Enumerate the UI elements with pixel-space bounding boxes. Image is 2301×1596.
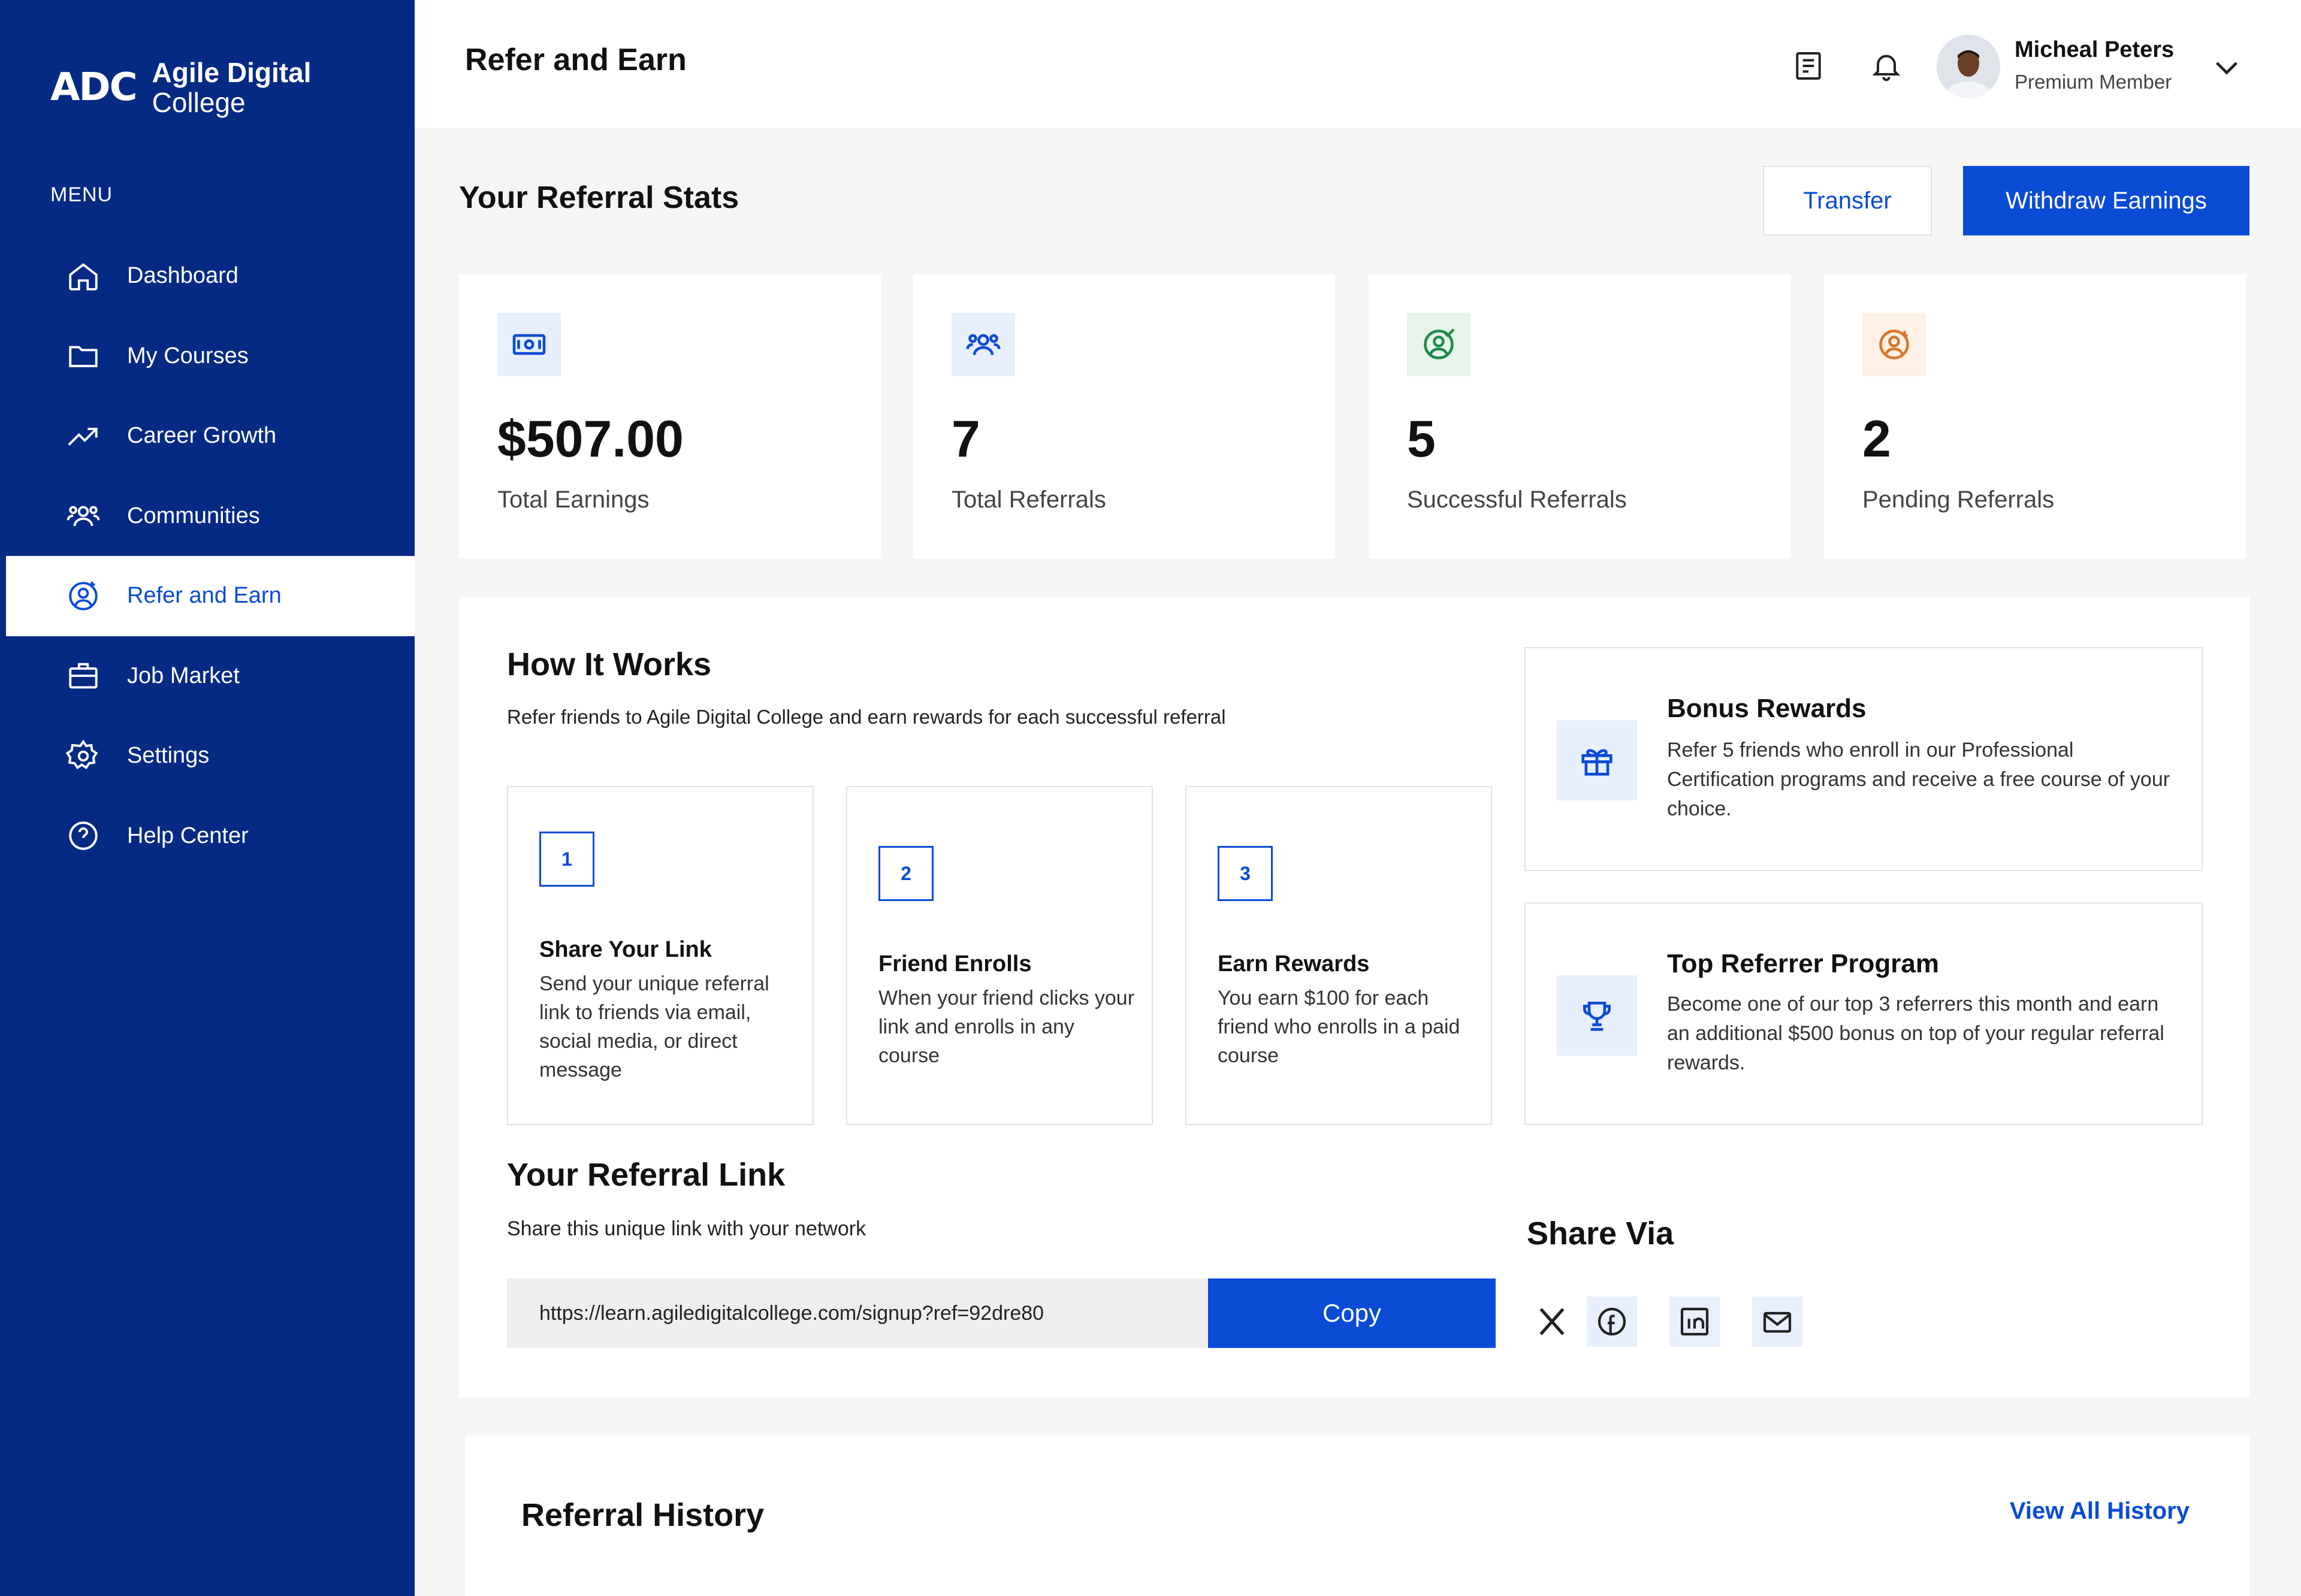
sidebar-item-job-market[interactable]: Job Market	[6, 636, 415, 717]
user-name: Micheal Peters	[2015, 37, 2175, 62]
stats-title: Your Referral Stats	[459, 180, 739, 215]
reward-card-top-referrer: Top Referrer Program Become one of our t…	[1524, 902, 2203, 1125]
cash-icon	[497, 313, 561, 376]
briefcase-icon	[65, 657, 102, 694]
stat-label: Total Referrals	[952, 486, 1106, 513]
question-icon	[65, 817, 102, 854]
sidebar-item-refer-and-earn[interactable]: Refer and Earn	[6, 556, 415, 636]
step-description: You earn $100 for each friend who enroll…	[1218, 987, 1460, 1067]
referral-link-input[interactable]	[507, 1278, 1210, 1348]
sidebar-item-label: Refer and Earn	[127, 583, 282, 609]
gear-icon	[65, 737, 102, 775]
facebook-icon[interactable]	[1587, 1296, 1637, 1347]
trophy-icon	[1557, 975, 1637, 1056]
view-all-history-link[interactable]: View All History	[2010, 1498, 2190, 1525]
sidebar-item-dashboard[interactable]: Dashboard	[6, 236, 415, 316]
user-plus-icon	[65, 578, 102, 615]
x-icon[interactable]	[1527, 1296, 1577, 1347]
stat-value: 2	[1862, 410, 1891, 468]
sidebar-item-settings[interactable]: Settings	[6, 716, 415, 796]
step-description: When your friend clicks your link and en…	[878, 987, 1135, 1067]
sidebar-item-label: Communities	[127, 503, 260, 528]
referral-link-title: Your Referral Link	[507, 1157, 786, 1193]
step-title: Earn Rewards	[1218, 951, 1370, 977]
sidebar-item-label: Help Center	[127, 823, 249, 848]
page-title: Refer and Earn	[465, 43, 687, 77]
sidebar: ADC Agile Digital College MENU Dashboard…	[0, 0, 415, 1596]
bell-icon[interactable]	[1868, 48, 1904, 84]
sidebar-item-label: Dashboard	[127, 263, 238, 289]
step-title: Share Your Link	[539, 937, 712, 962]
notes-icon[interactable]	[1790, 48, 1826, 84]
sidebar-nav: Dashboard My Courses Career Growth Commu…	[6, 236, 415, 876]
sidebar-item-help-center[interactable]: Help Center	[6, 796, 415, 876]
stat-label: Total Earnings	[497, 486, 650, 513]
referral-history-title: Referral History	[521, 1497, 765, 1533]
gift-icon	[1557, 720, 1637, 800]
reward-card-bonus: Bonus Rewards Refer 5 friends who enroll…	[1524, 647, 2203, 871]
sidebar-item-label: Job Market	[127, 663, 240, 688]
sidebar-item-label: Career Growth	[127, 423, 277, 449]
how-it-works-panel: How It Works Refer friends to Agile Digi…	[459, 597, 2249, 1397]
step-number: 2	[878, 846, 934, 901]
how-it-works-title: How It Works	[507, 646, 712, 682]
stat-label: Pending Referrals	[1862, 486, 2055, 513]
step-description: Send your unique referral link to friend…	[539, 972, 769, 1081]
user-check-icon	[1407, 313, 1470, 376]
brand-logo[interactable]: ADC Agile Digital College	[50, 58, 311, 117]
sidebar-item-career-growth[interactable]: Career Growth	[6, 396, 415, 476]
referral-history-panel: Referral History View All History	[465, 1435, 2249, 1596]
logo-name-line1: Agile Digital	[152, 57, 312, 88]
logo-mark: ADC	[50, 65, 138, 110]
step-card-3: 3 Earn Rewards You earn $100 for each fr…	[1185, 786, 1492, 1125]
users-icon	[952, 313, 1015, 376]
sidebar-item-label: My Courses	[127, 343, 249, 368]
sidebar-item-my-courses[interactable]: My Courses	[6, 316, 415, 397]
step-title: Friend Enrolls	[878, 951, 1032, 977]
reward-description: Refer 5 friends who enroll in our Profes…	[1667, 739, 2170, 820]
stat-card-total-earnings: $507.00 Total Earnings	[459, 274, 881, 558]
trend-up-icon	[65, 418, 102, 455]
user-clock-icon	[1862, 313, 1926, 376]
sidebar-item-communities[interactable]: Communities	[6, 476, 415, 557]
step-card-2: 2 Friend Enrolls When your friend clicks…	[846, 786, 1153, 1125]
reward-title: Top Referrer Program	[1667, 949, 1939, 978]
share-via-title: Share Via	[1527, 1216, 1674, 1252]
withdraw-earnings-button[interactable]: Withdraw Earnings	[1963, 166, 2249, 235]
users-icon	[65, 497, 102, 534]
copy-button[interactable]: Copy	[1208, 1278, 1496, 1348]
linkedin-icon[interactable]	[1669, 1296, 1720, 1347]
top-bar: Refer and Earn Micheal Peters Premium Me…	[415, 0, 2301, 128]
mail-icon[interactable]	[1752, 1296, 1802, 1347]
transfer-button[interactable]: Transfer	[1763, 166, 1932, 235]
stat-value: 7	[952, 410, 980, 468]
reward-title: Bonus Rewards	[1667, 694, 1867, 723]
referral-link-subtitle: Share this unique link with your network	[507, 1217, 866, 1240]
stat-card-total-referrals: 7 Total Referrals	[913, 274, 1335, 558]
stat-value: 5	[1407, 410, 1436, 468]
folder-icon	[65, 337, 102, 374]
menu-label: MENU	[50, 183, 113, 206]
step-number: 3	[1218, 846, 1273, 901]
avatar[interactable]	[1937, 35, 2000, 98]
reward-description: Become one of our top 3 referrers this m…	[1667, 993, 2164, 1074]
stat-value: $507.00	[497, 410, 684, 468]
user-role: Premium Member	[2015, 71, 2172, 93]
stat-card-pending-referrals: 2 Pending Referrals	[1824, 274, 2246, 558]
stat-card-successful-referrals: 5 Successful Referrals	[1369, 274, 1790, 558]
stat-label: Successful Referrals	[1407, 486, 1627, 513]
chevron-down-icon[interactable]	[2210, 50, 2246, 86]
home-icon	[65, 258, 102, 295]
step-number: 1	[539, 832, 594, 887]
how-it-works-subtitle: Refer friends to Agile Digital College a…	[507, 706, 1226, 728]
step-card-1: 1 Share Your Link Send your unique refer…	[507, 786, 814, 1125]
logo-name-line2: College	[152, 87, 246, 118]
sidebar-item-label: Settings	[127, 743, 210, 769]
